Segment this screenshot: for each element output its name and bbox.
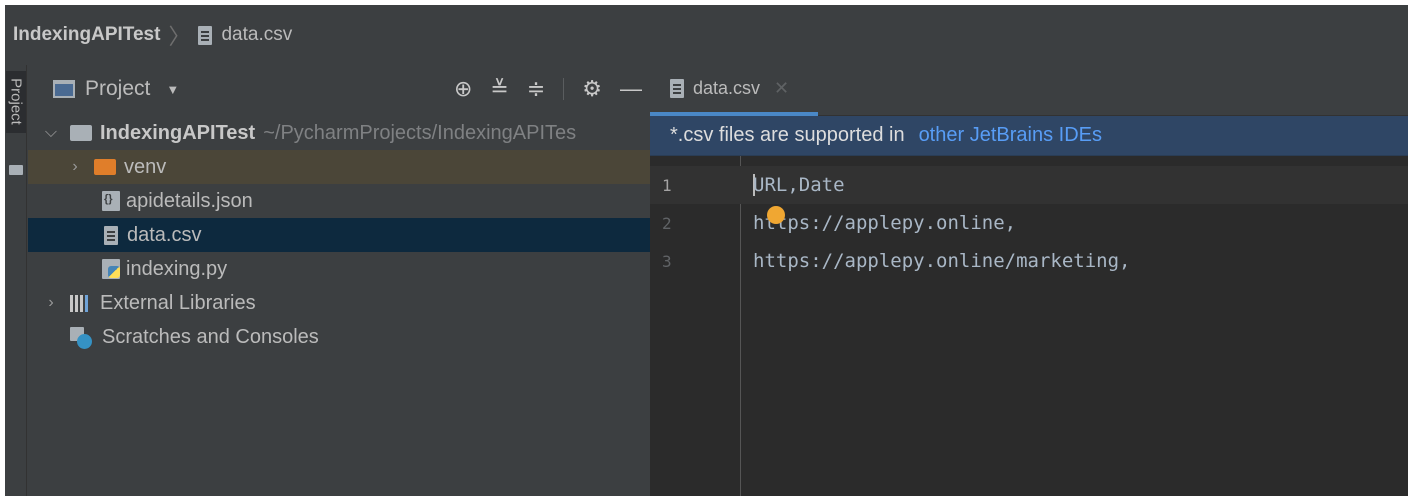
line-number: 3: [662, 251, 672, 271]
gear-icon[interactable]: ⚙: [582, 77, 602, 101]
csv-file-icon: [104, 225, 118, 245]
csv-file-icon: [670, 79, 684, 98]
project-window-icon: [53, 80, 75, 98]
line-number: 1: [662, 175, 672, 195]
library-icon: [70, 293, 94, 313]
tree-item-label: IndexingAPITest: [100, 121, 256, 144]
folder-icon: [9, 165, 23, 175]
tree-item-venv[interactable]: › venv: [28, 150, 650, 184]
tree-item-data-csv[interactable]: data.csv: [28, 218, 650, 252]
tree-item-label: data.csv: [127, 223, 202, 246]
panel-toolbar: ⊕ ≚ ≑ ⚙ —: [454, 77, 642, 101]
chevron-right-icon[interactable]: ›: [66, 158, 84, 176]
banner-text: *.csv files are supported in: [670, 124, 905, 146]
code-line-text: https://applepy.online,: [753, 212, 1017, 234]
editor-area: data.csv ✕ *.csv files are supported in …: [650, 65, 1408, 496]
tree-item-label: indexing.py: [126, 257, 228, 280]
code-line[interactable]: 1 URL,Date: [650, 166, 1408, 204]
code-line[interactable]: 2 https://applepy.online,: [650, 204, 1408, 242]
tree-item-label: venv: [124, 155, 167, 178]
folder-icon: [70, 125, 92, 141]
project-panel-header: Project ▼ ⊕ ≚ ≑ ⚙ —: [28, 65, 650, 113]
python-file-icon: [102, 259, 120, 279]
project-panel: Project ▼ ⊕ ≚ ≑ ⚙ — ⌵ IndexingAPITest ~/…: [28, 65, 650, 496]
ide-window: IndexingAPITest 〉 data.csv Project Proje…: [5, 5, 1408, 496]
chevron-down-icon[interactable]: ⌵: [42, 124, 60, 142]
tree-item-apidetails[interactable]: apidetails.json: [28, 184, 650, 218]
tree-item-label: External Libraries: [100, 291, 256, 314]
project-tool-window-label: Project: [7, 78, 25, 125]
tree-item-path: ~/PycharmProjects/IndexingAPITes: [263, 121, 577, 144]
editor-tabs: data.csv ✕: [650, 65, 1408, 116]
tree-item-indexing-py[interactable]: indexing.py: [28, 252, 650, 286]
collapse-all-icon[interactable]: ≑: [527, 77, 545, 101]
breadcrumb-project[interactable]: IndexingAPITest: [13, 24, 160, 46]
tool-window-strip: Project: [5, 65, 27, 496]
tab-label: data.csv: [693, 78, 761, 98]
excluded-folder-icon: [94, 159, 116, 175]
chevron-right-icon[interactable]: ›: [42, 294, 60, 312]
close-icon[interactable]: ✕: [774, 78, 789, 99]
code-text: URL,Date: [753, 173, 845, 196]
tree-item-project-root[interactable]: ⌵ IndexingAPITest ~/PycharmProjects/Inde…: [28, 116, 650, 150]
locate-file-icon[interactable]: ⊕: [454, 77, 472, 101]
tree-item-label: apidetails.json: [126, 189, 253, 212]
project-view-selector[interactable]: Project: [85, 77, 150, 101]
toolbar-divider: [563, 78, 565, 100]
hide-panel-icon[interactable]: —: [620, 77, 642, 101]
breadcrumb-file[interactable]: data.csv: [221, 24, 292, 46]
tree-item-scratches[interactable]: Scratches and Consoles: [28, 320, 650, 354]
code-line[interactable]: 3 https://applepy.online/marketing,: [650, 242, 1408, 280]
banner-link[interactable]: other JetBrains IDEs: [919, 124, 1102, 147]
project-tree: ⌵ IndexingAPITest ~/PycharmProjects/Inde…: [28, 116, 650, 354]
navigation-bar: IndexingAPITest 〉 data.csv: [5, 5, 1408, 65]
expand-all-icon[interactable]: ≚: [490, 77, 508, 101]
tab-data-csv[interactable]: data.csv ✕: [650, 65, 818, 116]
chevron-down-icon[interactable]: ▼: [166, 82, 179, 97]
code-line-text: https://applepy.online/marketing,: [753, 250, 1131, 272]
intention-bulb-icon[interactable]: [767, 206, 785, 224]
tree-item-external-libraries[interactable]: › External Libraries: [28, 286, 650, 320]
code-editor[interactable]: 1 URL,Date 2 https://applepy.online, 3 h…: [650, 166, 1408, 280]
line-number: 2: [662, 213, 672, 233]
project-tool-window-button[interactable]: Project: [6, 71, 26, 133]
csv-file-icon: [198, 25, 213, 45]
scratches-icon: [70, 327, 96, 349]
plugin-notification-banner: *.csv files are supported in other JetBr…: [650, 116, 1408, 156]
code-line-text: URL,Date: [753, 174, 845, 197]
tree-item-label: Scratches and Consoles: [102, 325, 319, 348]
json-file-icon: [102, 191, 120, 211]
breadcrumb-separator-icon: 〉: [168, 24, 191, 49]
